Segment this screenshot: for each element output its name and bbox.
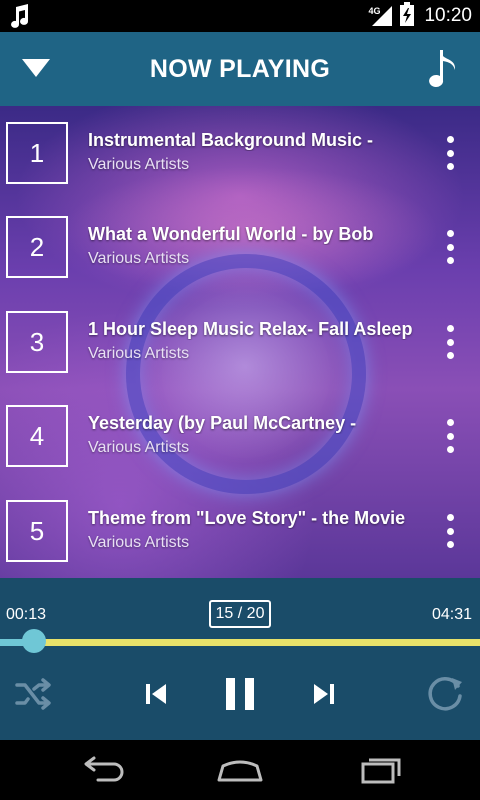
repeat-icon: [425, 674, 465, 719]
track-artist: Various Artists: [88, 250, 190, 267]
repeat-button[interactable]: [424, 674, 466, 718]
previous-icon: [144, 682, 168, 711]
track-number: 5: [6, 500, 68, 562]
shuffle-icon: [14, 677, 54, 716]
track-artist: Various Artists: [88, 534, 190, 551]
track-artist: Various Artists: [88, 439, 190, 456]
recents-icon: [357, 758, 407, 790]
track-artist: Various Artists: [88, 345, 190, 362]
shuffle-button[interactable]: [14, 674, 54, 718]
more-options-icon[interactable]: [440, 230, 460, 264]
playlist-item[interactable]: 1 Instrumental Background Music - Variou…: [0, 106, 480, 200]
status-time: 10:20: [424, 5, 472, 26]
track-title: Instrumental Background Music -: [88, 130, 374, 150]
playlist-item[interactable]: 2 What a Wonderful World - by Bob Variou…: [0, 200, 480, 294]
pause-icon: [224, 676, 256, 717]
more-options-icon[interactable]: [440, 136, 460, 170]
home-icon: [215, 760, 265, 790]
back-button[interactable]: [76, 754, 126, 786]
more-options-icon[interactable]: [440, 514, 460, 548]
status-bar: 4G 10:20: [0, 0, 480, 32]
battery-icon: [400, 1, 415, 31]
music-library-button[interactable]: [426, 48, 460, 90]
pause-button[interactable]: [222, 674, 258, 718]
track-number: 1: [6, 122, 68, 184]
playlist-item[interactable]: 4 Yesterday (by Paul McCartney - Various…: [0, 389, 480, 483]
track-title: Theme from "Love Story" - the Movie: [88, 508, 406, 528]
previous-button[interactable]: [143, 674, 169, 718]
progress-bar[interactable]: [0, 639, 480, 646]
recents-button[interactable]: [357, 754, 407, 786]
track-number: 2: [6, 216, 68, 278]
music-note-icon: [8, 3, 30, 34]
more-options-icon[interactable]: [440, 419, 460, 453]
playlist-item[interactable]: 3 1 Hour Sleep Music Relax- Fall Asleep …: [0, 295, 480, 389]
current-time: 00:13: [6, 606, 47, 623]
track-title: 1 Hour Sleep Music Relax- Fall Asleep: [88, 319, 413, 339]
track-counter: 15 / 20: [209, 600, 271, 628]
progress-thumb[interactable]: [22, 629, 46, 653]
system-nav-bar: [0, 740, 480, 800]
track-title: What a Wonderful World - by Bob: [88, 224, 374, 244]
playlist-item[interactable]: 5 Theme from "Love Story" - the Movie Va…: [0, 484, 480, 578]
more-options-icon[interactable]: [440, 325, 460, 359]
track-number: 4: [6, 405, 68, 467]
playlist: 1 Instrumental Background Music - Variou…: [0, 106, 480, 578]
player-controls: 00:13 15 / 20 04:31: [0, 578, 480, 740]
header: NOW PLAYING: [0, 32, 480, 106]
home-button[interactable]: [215, 754, 265, 786]
next-button[interactable]: [311, 674, 337, 718]
signal-icon: 4G: [368, 4, 394, 28]
back-icon: [76, 756, 126, 790]
total-time: 04:31: [431, 606, 472, 623]
track-number: 3: [6, 311, 68, 373]
track-artist: Various Artists: [88, 156, 190, 173]
next-icon: [312, 682, 336, 711]
page-title: NOW PLAYING: [149, 55, 331, 83]
track-title: Yesterday (by Paul McCartney -: [88, 413, 357, 433]
music-note-icon: [426, 50, 460, 94]
